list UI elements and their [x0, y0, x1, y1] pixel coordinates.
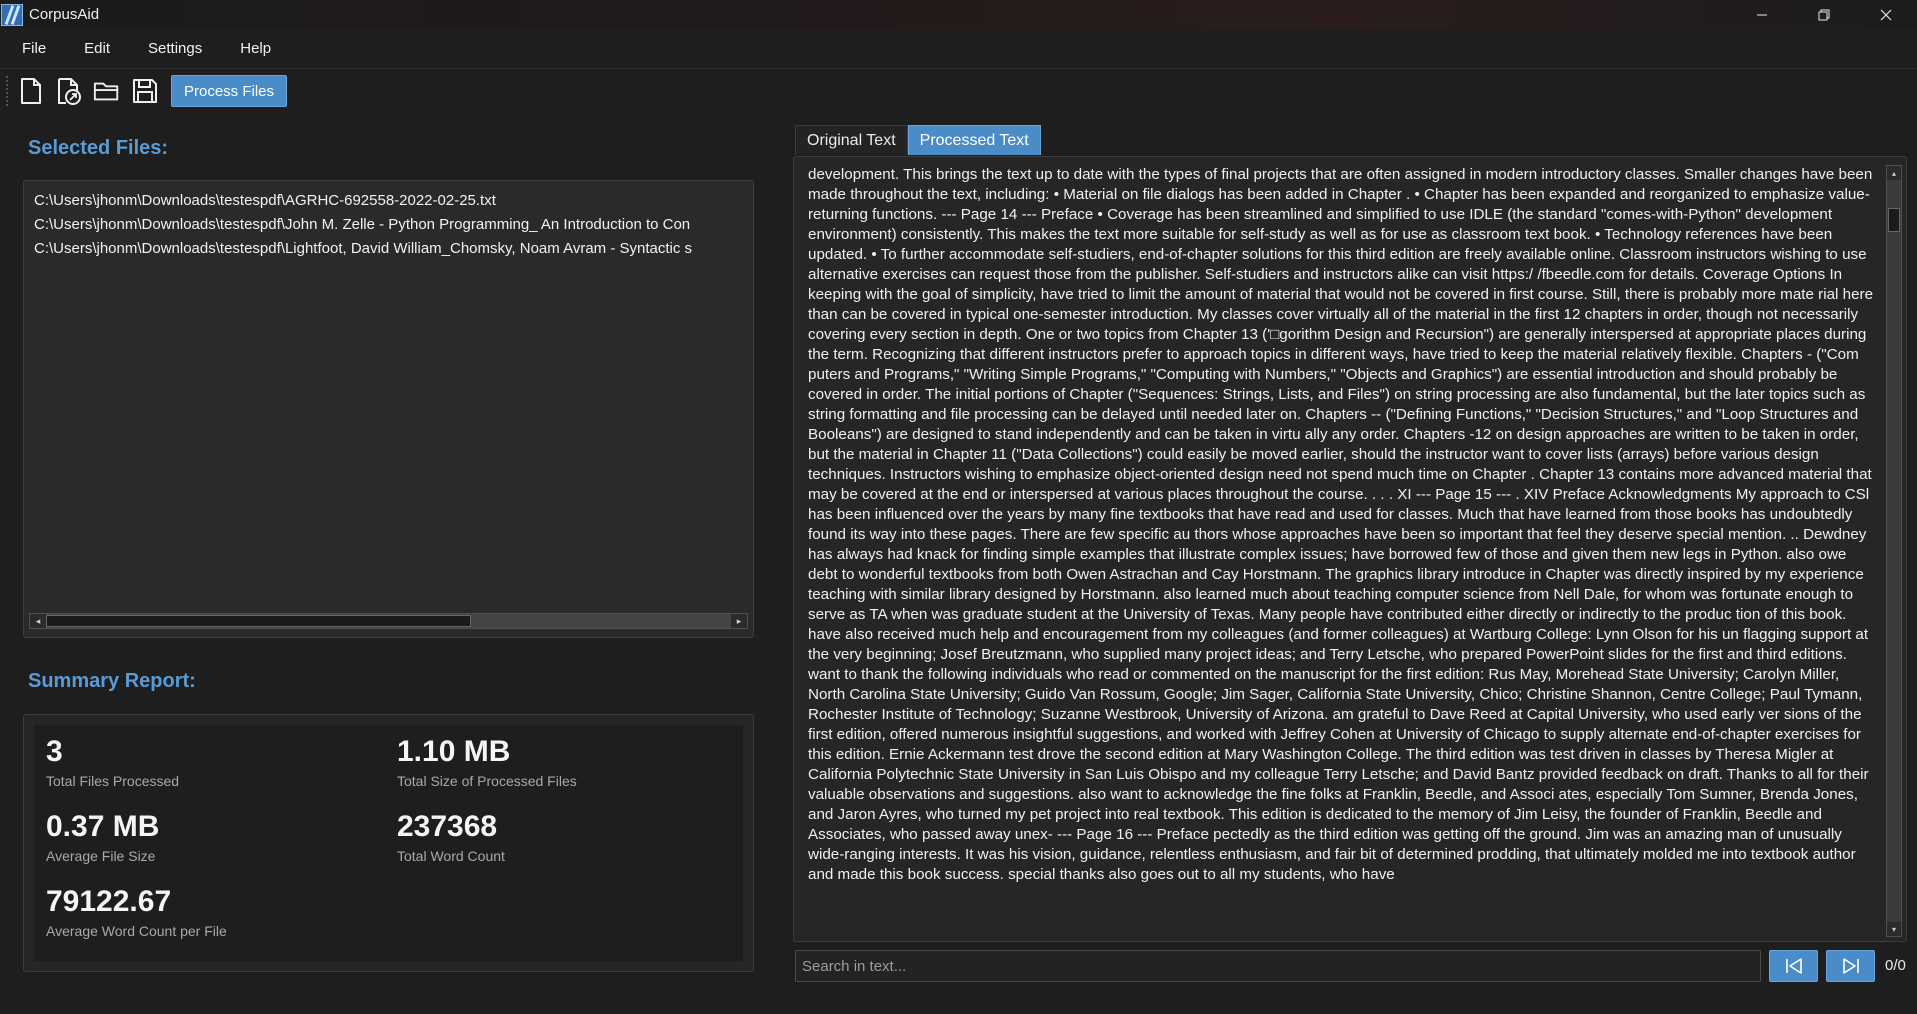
stat-value: 79122.67	[46, 885, 172, 918]
window-title: CorpusAid	[29, 6, 100, 23]
selected-files-title: Selected Files:	[28, 137, 169, 159]
minimize-button[interactable]	[1731, 0, 1793, 29]
menu-settings[interactable]: Settings	[136, 40, 214, 57]
stat-label: Total Files Processed	[46, 773, 180, 789]
close-button[interactable]	[1855, 0, 1917, 29]
new-file-button[interactable]	[17, 76, 45, 106]
open-file-button[interactable]	[55, 76, 83, 106]
open-file-link-icon	[58, 78, 81, 105]
stat-average-word-count: 79122.67 Average Word Count per File	[46, 885, 227, 939]
menu-bar: File Edit Settings Help	[0, 29, 1917, 69]
list-item[interactable]: C:\Users\jhonm\Downloads\testespdf\Light…	[34, 237, 743, 261]
text-vertical-scrollbar[interactable]: ▴ ▾	[1886, 165, 1902, 937]
stat-total-word-count: 237368 Total Word Count	[397, 810, 505, 864]
scroll-right-icon[interactable]: ▸	[731, 614, 747, 628]
app-logo-icon	[1, 3, 23, 26]
stat-label: Average Word Count per File	[46, 923, 227, 939]
stat-value: 0.37 MB	[46, 810, 160, 843]
stat-value: 237368	[397, 810, 498, 843]
summary-report-title: Summary Report:	[28, 670, 196, 692]
stat-total-files: 3 Total Files Processed	[46, 735, 179, 789]
minimize-icon	[1757, 14, 1767, 15]
save-icon	[133, 79, 157, 103]
tab-original-text[interactable]: Original Text	[795, 125, 908, 155]
tab-processed-text[interactable]: Processed Text	[907, 125, 1041, 155]
skip-next-icon	[1842, 958, 1859, 974]
new-file-icon	[21, 78, 41, 104]
next-match-button[interactable]	[1826, 950, 1875, 982]
list-item[interactable]: C:\Users\jhonm\Downloads\testespdf\John …	[34, 213, 743, 237]
toolbar: Process Files	[0, 70, 1917, 112]
selected-files-list[interactable]: C:\Users\jhonm\Downloads\testespdf\AGRHC…	[23, 180, 754, 638]
window-controls	[1731, 0, 1917, 29]
scroll-track[interactable]	[46, 614, 731, 628]
list-item[interactable]: C:\Users\jhonm\Downloads\testespdf\AGRHC…	[34, 189, 743, 213]
scroll-thumb[interactable]	[46, 615, 471, 627]
menu-file[interactable]: File	[10, 40, 58, 57]
close-icon	[1880, 9, 1892, 20]
summary-report-panel: 3 Total Files Processed 1.10 MB Total Si…	[23, 714, 754, 972]
processed-text-area[interactable]: development. This brings the text up to …	[793, 156, 1907, 942]
scroll-up-icon[interactable]: ▴	[1887, 166, 1901, 180]
restore-button[interactable]	[1793, 0, 1855, 29]
stat-label: Total Word Count	[397, 848, 505, 864]
restore-icon	[1818, 9, 1830, 20]
processed-text-content[interactable]: development. This brings the text up to …	[808, 165, 1880, 935]
stat-value: 3	[46, 735, 63, 768]
stat-value: 1.10 MB	[397, 735, 511, 768]
search-input[interactable]	[795, 950, 1761, 982]
text-tabs: Original Text Processed Text	[795, 125, 1041, 155]
stat-label: Average File Size	[46, 848, 156, 864]
open-folder-icon	[93, 82, 119, 101]
toolbar-grip[interactable]	[6, 76, 9, 106]
save-button[interactable]	[131, 76, 159, 106]
scroll-left-icon[interactable]: ◂	[30, 614, 46, 628]
title-bar: CorpusAid	[0, 0, 1917, 29]
scroll-thumb[interactable]	[1888, 208, 1900, 232]
stat-label: Total Size of Processed Files	[397, 773, 577, 789]
menu-edit[interactable]: Edit	[72, 40, 122, 57]
skip-previous-icon	[1785, 958, 1802, 974]
open-folder-button[interactable]	[93, 76, 121, 106]
stat-average-size: 0.37 MB Average File Size	[46, 810, 159, 864]
files-horizontal-scrollbar[interactable]: ◂ ▸	[29, 613, 748, 629]
process-files-button[interactable]: Process Files	[171, 75, 288, 107]
previous-match-button[interactable]	[1769, 950, 1818, 982]
scroll-down-icon[interactable]: ▾	[1887, 922, 1901, 936]
stat-total-size: 1.10 MB Total Size of Processed Files	[397, 735, 577, 789]
menu-help[interactable]: Help	[228, 40, 283, 57]
match-count: 0/0	[1885, 957, 1906, 974]
